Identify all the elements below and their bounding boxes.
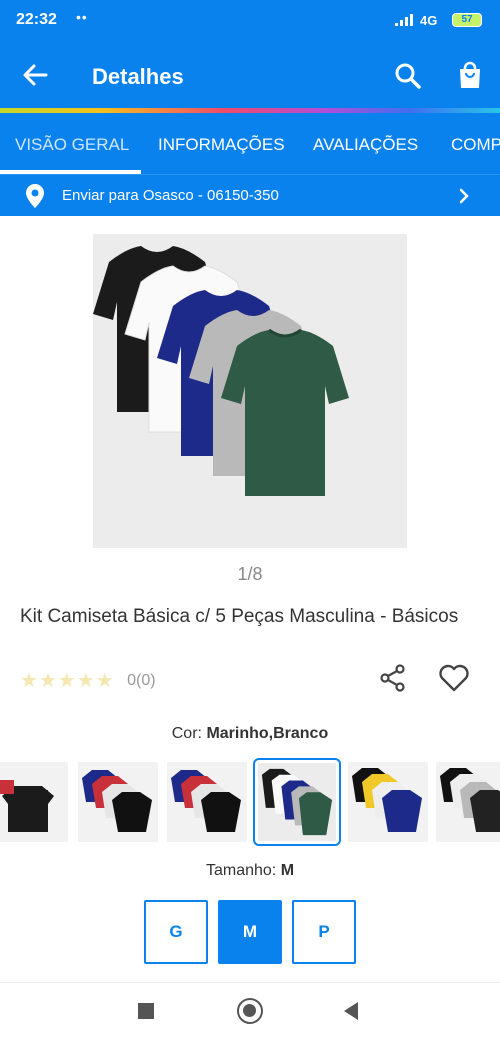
share-icon[interactable] xyxy=(379,664,407,692)
size-option-m[interactable]: M xyxy=(218,900,282,964)
star-icon: ★ xyxy=(95,670,114,692)
size-value: M xyxy=(280,862,295,879)
color-variant[interactable] xyxy=(167,762,247,842)
status-time: 22:32 xyxy=(16,11,57,28)
notification-dots: •• xyxy=(76,9,88,25)
gallery-pager: 1/8 xyxy=(237,564,263,584)
home-icon[interactable] xyxy=(237,998,263,1024)
product-title: Kit Camiseta Básica c/ 5 Peças Masculina… xyxy=(20,606,459,627)
tshirts-illustration xyxy=(93,246,349,496)
search-icon[interactable] xyxy=(392,60,424,92)
shipping-address: Enviar para Osasco - 06150-350 xyxy=(62,187,279,204)
tab-visao-geral[interactable]: VISÃO GERAL xyxy=(15,135,129,155)
size-option-p[interactable]: P xyxy=(292,900,356,964)
color-label-prefix: Cor: xyxy=(171,725,202,742)
app-bar: Detalhes xyxy=(0,40,500,108)
star-icon: ★ xyxy=(38,670,57,692)
rating-count: 0(0) xyxy=(127,671,156,689)
tab-avaliacoes[interactable]: AVALIAÇÕES xyxy=(313,135,418,155)
star-icon: ★ xyxy=(20,670,38,692)
color-label: Cor: Marinho,Branco xyxy=(0,725,500,743)
location-pin-icon xyxy=(26,184,44,208)
color-variant[interactable] xyxy=(78,762,158,842)
size-option-g[interactable]: G xyxy=(144,900,208,964)
tab-informacoes[interactable]: INFORMAÇÕES xyxy=(158,135,285,155)
color-variant[interactable] xyxy=(436,762,500,842)
color-value: Marinho,Branco xyxy=(206,725,329,742)
color-variant-selected[interactable] xyxy=(253,758,341,846)
network-type: 4G xyxy=(420,13,438,28)
status-bar: 22:32 •• 4G 57 xyxy=(0,0,500,40)
color-variant[interactable] xyxy=(0,762,68,842)
color-variant[interactable] xyxy=(348,762,428,842)
tab-comp[interactable]: COMP xyxy=(451,135,500,155)
product-image[interactable] xyxy=(93,234,407,548)
back-arrow-icon[interactable] xyxy=(18,58,52,92)
color-variants xyxy=(0,758,500,846)
chevron-right-icon xyxy=(459,188,469,204)
favorite-heart-icon[interactable] xyxy=(438,663,470,693)
page-title: Detalhes xyxy=(92,64,184,89)
recent-apps-icon[interactable] xyxy=(138,1003,154,1019)
system-back-icon[interactable] xyxy=(344,1002,358,1020)
rating-row[interactable]: ★★★★★ 0(0) xyxy=(20,668,156,693)
signal-icon xyxy=(395,14,413,26)
star-icon: ★ xyxy=(76,670,95,692)
battery-icon: 57 xyxy=(452,13,482,27)
star-icon: ★ xyxy=(57,670,76,692)
system-nav-bar xyxy=(0,982,500,1041)
shopping-bag-icon[interactable] xyxy=(454,60,486,92)
shipping-location-bar[interactable]: Enviar para Osasco - 06150-350 xyxy=(0,174,500,216)
size-label: Tamanho: M xyxy=(0,862,500,880)
tab-bar: VISÃO GERAL INFORMAÇÕES AVALIAÇÕES COMP xyxy=(0,113,500,174)
size-label-prefix: Tamanho: xyxy=(205,862,277,879)
rating-stars: ★★★★★ xyxy=(20,668,115,693)
